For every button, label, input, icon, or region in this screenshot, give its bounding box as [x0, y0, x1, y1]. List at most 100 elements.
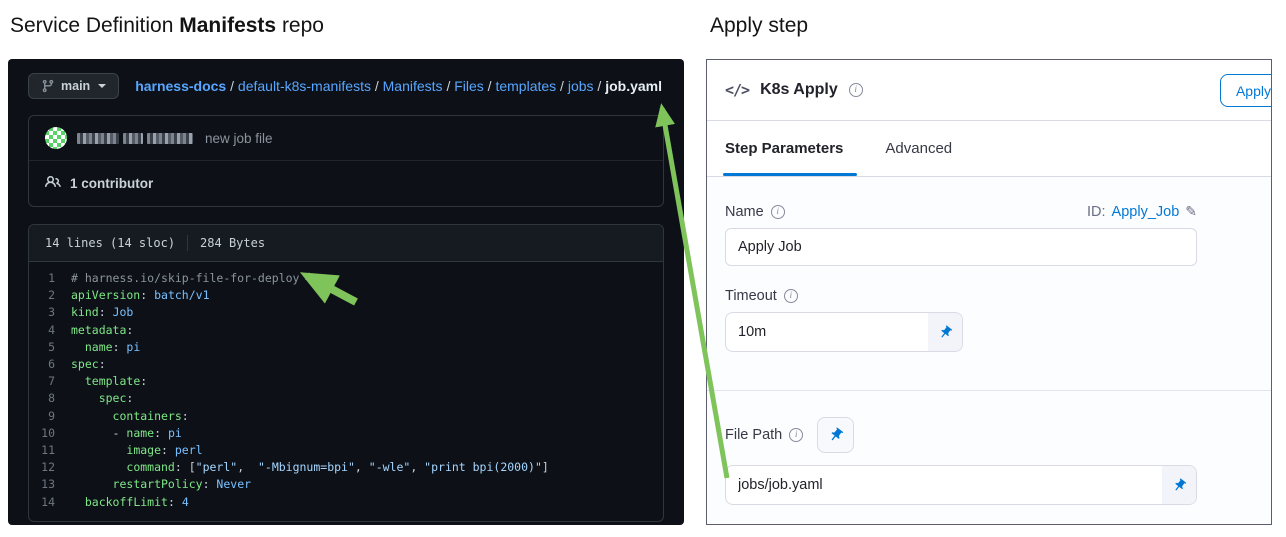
breadcrumb-segment-templates[interactable]: templates [495, 78, 556, 94]
edit-pencil-icon[interactable]: ✎ [1185, 203, 1197, 220]
breadcrumb-separator: / [442, 78, 455, 94]
apply-button[interactable]: Apply [1219, 74, 1271, 107]
filepath-label: File Path i [725, 427, 804, 443]
line-number[interactable]: 1 [29, 270, 71, 287]
tab-step-parameters[interactable]: Step Parameters [722, 121, 858, 176]
breadcrumb-segment-default-k8s-manifests[interactable]: default-k8s-manifests [238, 78, 371, 94]
breadcrumb-separator: / [556, 78, 568, 94]
code-line: 14 backoffLimit: 4 [29, 494, 663, 511]
code-line-text: spec: [98, 391, 134, 406]
breadcrumb-separator: / [483, 78, 496, 94]
line-number[interactable]: 9 [29, 408, 71, 425]
step-parameters-form: Name i ID: Apply_Job ✎ Timeout i [707, 177, 1271, 524]
branch-selector[interactable]: main [28, 73, 120, 99]
file-meta-bar: 14 lines (14 sloc) 284 Bytes [29, 225, 663, 262]
name-label-text: Name [725, 203, 764, 220]
contributors-row[interactable]: 1 contributor [29, 160, 663, 206]
line-number[interactable]: 7 [29, 373, 71, 390]
left-caption-prefix: Service Definition [10, 14, 180, 37]
line-number[interactable]: 6 [29, 356, 71, 373]
github-topbar: main harness-docs / default-k8s-manifest… [8, 59, 684, 112]
breadcrumb-segment-job.yaml: job.yaml [605, 78, 662, 94]
code-viewer[interactable]: 1 # harness.io/skip-file-for-deploy 2 apiVe… [29, 262, 663, 521]
redacted-username [77, 132, 193, 144]
left-caption: Service Definition Manifests repo [10, 14, 324, 38]
latest-commit-box: new job file 1 contributor [28, 115, 664, 207]
code-line-text: name: pi [84, 339, 141, 354]
code-line: 7 template: [29, 373, 663, 390]
code-line: 10 - name: pi [29, 425, 663, 442]
timeout-label-text: Timeout [725, 288, 777, 304]
breadcrumb-separator: / [370, 78, 383, 94]
pin-toggle-button[interactable] [817, 417, 855, 453]
code-line-text: containers: [112, 408, 189, 423]
info-icon[interactable]: i [848, 83, 863, 97]
line-number[interactable]: 14 [29, 494, 71, 511]
code-line-text: backoffLimit: 4 [84, 494, 189, 509]
line-number[interactable]: 5 [29, 339, 71, 356]
breadcrumb-segment-harness-docs[interactable]: harness-docs [135, 78, 226, 94]
timeout-label-row: Timeout i [725, 288, 1197, 304]
breadcrumb: harness-docs / default-k8s-manifests / M… [135, 78, 662, 94]
tab-advanced[interactable]: Advanced [885, 121, 952, 176]
breadcrumb-segment-Files[interactable]: Files [454, 78, 484, 94]
line-number[interactable]: 8 [29, 390, 71, 407]
line-number[interactable]: 12 [29, 459, 71, 476]
code-step-icon: </> [725, 81, 750, 99]
code-line: 13 restartPolicy: Never [29, 476, 663, 493]
step-header: </> K8s Apply i Apply [707, 60, 1271, 121]
timeout-label: Timeout i [725, 288, 798, 304]
code-line: 3 kind: Job [29, 304, 663, 321]
meta-divider [187, 235, 189, 251]
line-number[interactable]: 10 [29, 425, 71, 442]
info-icon[interactable]: i [770, 204, 785, 219]
line-number[interactable]: 4 [29, 322, 71, 339]
step-id: ID: Apply_Job ✎ [1087, 203, 1197, 220]
k8s-apply-step-panel: </> K8s Apply i Apply Step Parameters Adv… [706, 59, 1272, 525]
pin-icon[interactable] [1162, 466, 1196, 504]
name-input[interactable] [725, 228, 1197, 266]
id-prefix: ID: [1087, 203, 1106, 220]
breadcrumb-separator: / [593, 78, 606, 94]
line-number[interactable]: 13 [29, 476, 71, 493]
code-line-text: - name: pi [71, 425, 182, 440]
line-number[interactable]: 3 [29, 304, 71, 321]
code-line-text: template: [84, 374, 148, 389]
id-value-link[interactable]: Apply_Job [1112, 204, 1180, 220]
code-line-text: metadata: [71, 322, 134, 337]
git-branch-icon [41, 79, 55, 93]
code-line: 2 apiVersion: batch/v1 [29, 287, 663, 304]
pin-icon[interactable] [928, 313, 962, 351]
code-line-text: apiVersion: batch/v1 [71, 288, 210, 303]
timeout-input[interactable] [726, 313, 928, 351]
screenshot-page: Service Definition Manifests repo Apply … [0, 0, 1286, 537]
code-line-text: kind: Job [71, 305, 134, 320]
breadcrumb-segment-Manifests[interactable]: Manifests [383, 78, 443, 94]
info-icon[interactable]: i [789, 428, 804, 442]
commit-message[interactable]: new job file [205, 131, 273, 146]
left-caption-suffix: repo [276, 14, 324, 37]
contributors-label: 1 contributor [70, 176, 154, 191]
file-size: 284 Bytes [200, 236, 266, 250]
avatar[interactable] [45, 127, 67, 149]
code-line: 6 spec: [29, 356, 663, 373]
file-content-box: 14 lines (14 sloc) 284 Bytes 1 # harness.… [28, 224, 664, 522]
commit-row: new job file [29, 116, 663, 160]
left-caption-bold: Manifests [179, 14, 277, 37]
code-line: 11 image: perl [29, 442, 663, 459]
code-line: 4 metadata: [29, 322, 663, 339]
line-number[interactable]: 2 [29, 287, 71, 304]
code-line: 12 command: ["perl", "-Mbignum=bpi", "-w… [29, 459, 663, 476]
filepath-label-row: File Path i [725, 417, 1253, 453]
filepath-input[interactable] [726, 466, 1162, 504]
line-number[interactable]: 11 [29, 442, 71, 459]
code-line: 5 name: pi [29, 339, 663, 356]
info-icon[interactable]: i [783, 289, 798, 303]
code-line: 1 # harness.io/skip-file-for-deploy [29, 270, 663, 287]
breadcrumb-segment-jobs[interactable]: jobs [568, 78, 594, 94]
section-divider [707, 390, 1271, 391]
filepath-label-text: File Path [725, 427, 783, 443]
people-icon [45, 174, 61, 193]
code-line-text: # harness.io/skip-file-for-deploy [71, 271, 300, 285]
name-label: Name i [725, 204, 785, 220]
